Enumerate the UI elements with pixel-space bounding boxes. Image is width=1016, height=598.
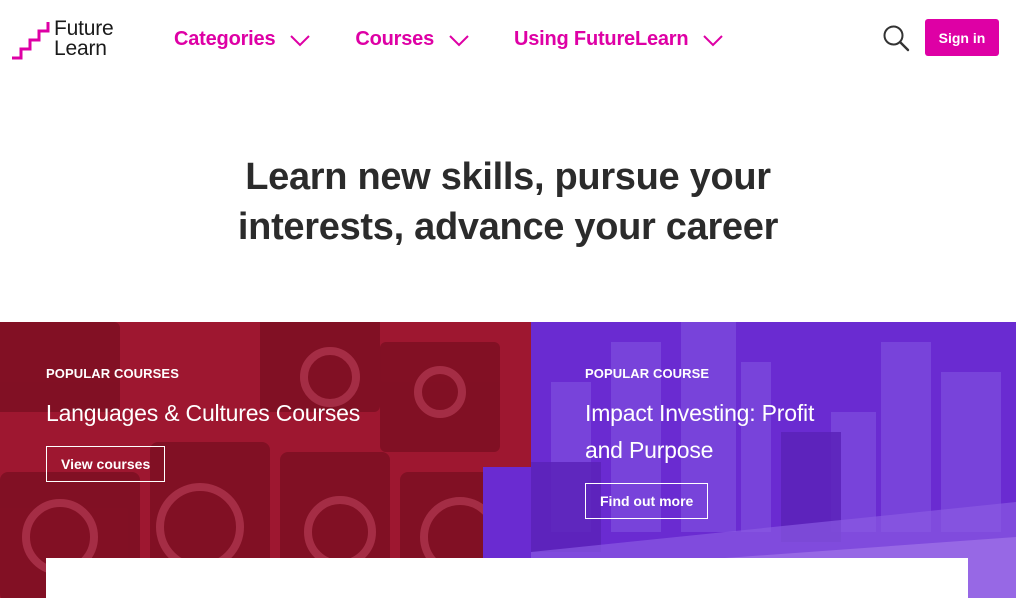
content-card: [46, 558, 968, 598]
logo-line-2: Learn: [54, 37, 107, 60]
promo-impact-content: POPULAR COURSE Impact Investing: Profit …: [585, 366, 814, 519]
promo-eyebrow: POPULAR COURSES: [46, 366, 179, 381]
logo-wordmark: Future Learn: [54, 17, 114, 60]
nav-using-futurelearn[interactable]: Using FutureLearn: [514, 28, 724, 51]
chevron-down-icon: [290, 34, 311, 46]
hero-line-1: Learn new skills, pursue your: [245, 156, 771, 198]
promo-languages-content: POPULAR COURSES Languages & Cultures Cou…: [46, 366, 360, 482]
promo-title-line-2: and Purpose: [585, 437, 714, 463]
sign-in-button[interactable]: Sign in: [925, 19, 999, 56]
site-header: Future Learn Categories Courses Using Fu…: [0, 0, 1016, 82]
nav-categories-label: Categories: [174, 28, 276, 50]
futurelearn-logo[interactable]: Future Learn: [11, 17, 127, 61]
hero-line-2: interests, advance your career: [237, 206, 779, 248]
nav-using-futurelearn-label: Using FutureLearn: [514, 28, 689, 50]
find-out-more-button[interactable]: Find out more: [585, 483, 709, 519]
chevron-down-icon: [449, 34, 469, 46]
view-courses-button[interactable]: View courses: [46, 446, 166, 482]
logo-stairs-icon: [12, 22, 50, 60]
promo-impact-investing: POPULAR COURSE Impact Investing: Profit …: [531, 322, 1016, 598]
promo-eyebrow: POPULAR COURSE: [585, 366, 710, 381]
promo-title: Impact Investing: Profit and Purpose: [585, 395, 814, 469]
main-nav: Categories Courses Using FutureLearn: [174, 28, 768, 51]
nav-courses[interactable]: Courses: [355, 28, 470, 51]
nav-categories[interactable]: Categories: [174, 28, 311, 51]
promo-title: Languages & Cultures Courses: [46, 400, 361, 426]
chevron-down-icon: [703, 34, 724, 46]
logo-line-1: Future: [54, 17, 114, 40]
search-icon[interactable]: [882, 24, 910, 52]
hero-heading: Learn new skills, pursue your interests,…: [0, 152, 1016, 252]
promo-languages: POPULAR COURSES Languages & Cultures Cou…: [0, 322, 531, 598]
promo-title-line-1: Impact Investing: Profit: [585, 400, 815, 426]
nav-courses-label: Courses: [355, 28, 435, 50]
